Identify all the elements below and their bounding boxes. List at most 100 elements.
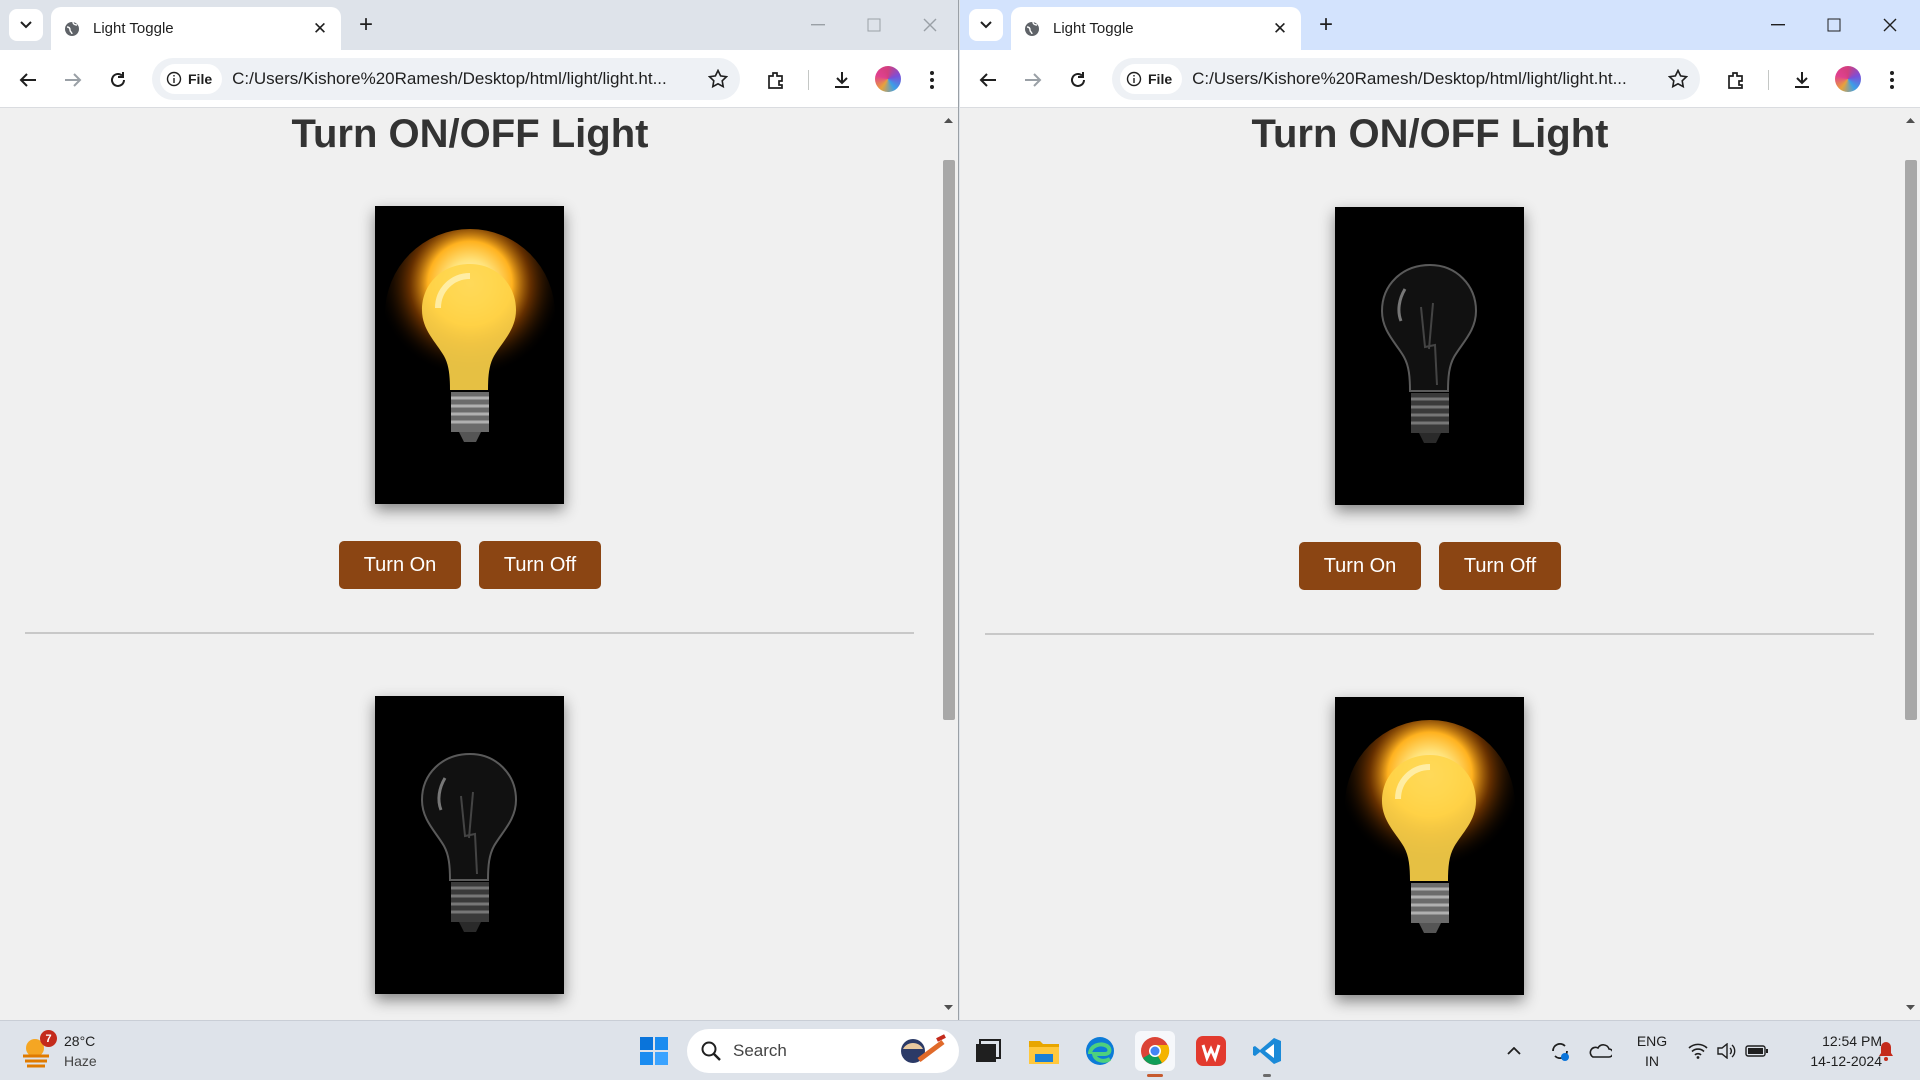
bookmark-star-icon[interactable] bbox=[700, 61, 736, 97]
browser-window-left: Light Toggle ✕ + File C:/Users/Kishore%2… bbox=[0, 0, 959, 1020]
turn-on-button[interactable]: Turn On bbox=[339, 541, 461, 589]
tab-strip: Light Toggle ✕ + bbox=[960, 0, 1920, 50]
tab-light-toggle[interactable]: Light Toggle ✕ bbox=[51, 7, 341, 50]
site-info-chip[interactable]: File bbox=[1120, 64, 1183, 94]
info-icon bbox=[166, 71, 182, 87]
show-hidden-icons[interactable] bbox=[1502, 1031, 1526, 1071]
chevron-down-icon bbox=[20, 21, 32, 29]
turn-on-button[interactable]: Turn On bbox=[1299, 542, 1421, 590]
file-explorer-icon[interactable] bbox=[1024, 1031, 1064, 1071]
task-view-icon[interactable] bbox=[968, 1031, 1008, 1071]
tab-search-button[interactable] bbox=[969, 9, 1003, 41]
language-region[interactable]: IN bbox=[1632, 1052, 1672, 1070]
maximize-icon[interactable] bbox=[1816, 8, 1852, 42]
wps-office-icon[interactable] bbox=[1191, 1031, 1231, 1071]
close-tab-icon[interactable]: ✕ bbox=[307, 16, 333, 42]
lightbulb-off-icon bbox=[375, 696, 564, 994]
browser-toolbar: File C:/Users/Kishore%20Ramesh/Desktop/h… bbox=[0, 50, 958, 108]
address-bar[interactable]: File C:/Users/Kishore%20Ramesh/Desktop/h… bbox=[1112, 58, 1700, 100]
scroll-up-icon[interactable] bbox=[943, 116, 954, 124]
page-title: Turn ON/OFF Light bbox=[1251, 112, 1609, 156]
scrollbar-thumb[interactable] bbox=[943, 160, 955, 720]
sync-icon[interactable] bbox=[1544, 1031, 1576, 1071]
file-label: File bbox=[188, 71, 213, 87]
globe-icon bbox=[1023, 20, 1041, 38]
toolbar-divider bbox=[1768, 70, 1769, 90]
address-bar[interactable]: File C:/Users/Kishore%20Ramesh/Desktop/h… bbox=[152, 58, 740, 100]
extensions-icon[interactable] bbox=[760, 64, 792, 96]
language-eng[interactable]: ENG bbox=[1632, 1032, 1672, 1050]
scrollbar[interactable] bbox=[1901, 108, 1920, 1020]
scrollbar[interactable] bbox=[939, 108, 958, 1020]
url-text: C:/Users/Kishore%20Ramesh/Desktop/html/l… bbox=[232, 69, 667, 88]
notification-bell-icon[interactable] bbox=[1874, 1031, 1898, 1071]
weather-widget[interactable]: 7 28°C Haze bbox=[20, 1030, 140, 1072]
taskbar: 7 28°C Haze Search ENG IN 12:54 PM 14-12… bbox=[0, 1020, 1920, 1080]
scroll-down-icon[interactable] bbox=[1905, 1004, 1916, 1012]
page-content: Turn ON/OFF Light Turn On Turn Off bbox=[960, 108, 1900, 1020]
minimize-icon[interactable] bbox=[1760, 8, 1796, 42]
divider bbox=[985, 633, 1874, 635]
scrollbar-thumb[interactable] bbox=[1905, 160, 1917, 720]
scroll-down-icon[interactable] bbox=[943, 1004, 954, 1012]
new-tab-button[interactable]: + bbox=[1312, 11, 1340, 39]
running-indicator bbox=[1263, 1074, 1271, 1077]
turn-off-button[interactable]: Turn Off bbox=[479, 541, 601, 589]
minimize-icon[interactable] bbox=[800, 8, 836, 42]
forward-icon[interactable] bbox=[1017, 64, 1049, 96]
divider bbox=[25, 632, 914, 634]
globe-icon bbox=[63, 20, 81, 38]
page-content: Turn ON/OFF Light Turn On Turn Off bbox=[0, 108, 940, 1020]
reload-icon[interactable] bbox=[1062, 64, 1094, 96]
download-icon[interactable] bbox=[826, 64, 858, 96]
weather-badge: 7 bbox=[40, 1030, 57, 1047]
start-icon[interactable] bbox=[634, 1031, 674, 1071]
profile-avatar[interactable] bbox=[875, 66, 901, 92]
active-indicator bbox=[1147, 1074, 1163, 1077]
profile-avatar[interactable] bbox=[1835, 66, 1861, 92]
lightbulb-off-icon bbox=[1335, 207, 1524, 505]
vscode-icon[interactable] bbox=[1247, 1031, 1287, 1077]
scroll-up-icon[interactable] bbox=[1905, 116, 1916, 124]
clock-time[interactable]: 12:54 PM bbox=[1782, 1032, 1882, 1050]
url-text: C:/Users/Kishore%20Ramesh/Desktop/html/l… bbox=[1192, 69, 1627, 88]
download-icon[interactable] bbox=[1786, 64, 1818, 96]
menu-kebab-icon[interactable] bbox=[1876, 64, 1908, 96]
file-label: File bbox=[1148, 71, 1173, 87]
search-placeholder: Search bbox=[733, 1041, 787, 1060]
tab-title: Light Toggle bbox=[93, 20, 174, 37]
back-icon[interactable] bbox=[12, 64, 44, 96]
weather-condition: Haze bbox=[64, 1053, 97, 1069]
bulb-image-off bbox=[375, 696, 564, 994]
volume-icon[interactable] bbox=[1713, 1031, 1739, 1071]
maximize-icon[interactable] bbox=[856, 8, 892, 42]
chrome-icon[interactable] bbox=[1135, 1031, 1175, 1077]
tab-strip: Light Toggle ✕ + bbox=[0, 0, 958, 50]
reload-icon[interactable] bbox=[102, 64, 134, 96]
turn-off-button[interactable]: Turn Off bbox=[1439, 542, 1561, 590]
back-icon[interactable] bbox=[972, 64, 1004, 96]
browser-toolbar: File C:/Users/Kishore%20Ramesh/Desktop/h… bbox=[960, 50, 1920, 108]
close-tab-icon[interactable]: ✕ bbox=[1267, 16, 1293, 42]
extensions-icon[interactable] bbox=[1720, 64, 1752, 96]
page-title: Turn ON/OFF Light bbox=[291, 112, 649, 156]
clock-date[interactable]: 14-12-2024 bbox=[1782, 1052, 1882, 1070]
tab-light-toggle[interactable]: Light Toggle ✕ bbox=[1011, 7, 1301, 50]
taskbar-search[interactable]: Search bbox=[687, 1029, 959, 1073]
info-icon bbox=[1126, 71, 1142, 87]
close-window-icon[interactable] bbox=[1872, 8, 1908, 42]
onedrive-icon[interactable] bbox=[1584, 1031, 1616, 1071]
forward-icon[interactable] bbox=[57, 64, 89, 96]
tab-search-button[interactable] bbox=[9, 9, 43, 41]
close-window-icon[interactable] bbox=[912, 8, 948, 42]
chevron-down-icon bbox=[980, 21, 992, 29]
battery-icon[interactable] bbox=[1742, 1031, 1772, 1071]
menu-kebab-icon[interactable] bbox=[916, 64, 948, 96]
wifi-icon[interactable] bbox=[1685, 1031, 1711, 1071]
bulb-image-off bbox=[1335, 207, 1524, 505]
bookmark-star-icon[interactable] bbox=[1660, 61, 1696, 97]
edge-icon[interactable] bbox=[1080, 1031, 1120, 1071]
site-info-chip[interactable]: File bbox=[160, 64, 223, 94]
lightbulb-on-icon bbox=[375, 206, 564, 504]
new-tab-button[interactable]: + bbox=[352, 11, 380, 39]
